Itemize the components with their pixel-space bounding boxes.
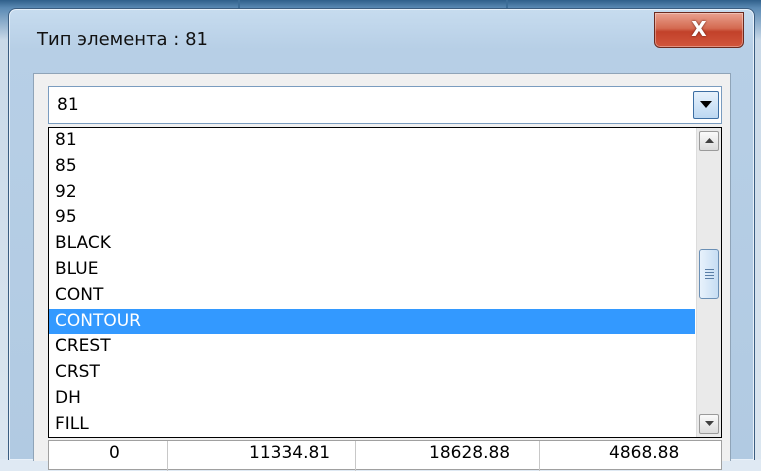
- list-item[interactable]: CREST: [49, 334, 695, 360]
- list-item[interactable]: BLACK: [49, 231, 695, 257]
- scroll-down-button[interactable]: [699, 414, 719, 434]
- cell-divider: [167, 441, 168, 471]
- arrow-down-icon: [705, 421, 714, 426]
- table-cell: 11334.81: [249, 443, 331, 463]
- vertical-scrollbar[interactable]: [696, 128, 721, 437]
- list-item[interactable]: 95: [49, 205, 695, 231]
- table-cell: 4868.88: [609, 443, 680, 463]
- dropdown-button[interactable]: [693, 91, 719, 119]
- table-row[interactable]: 0 11334.81 18628.88 4868.88: [48, 440, 722, 471]
- close-button[interactable]: X: [654, 12, 744, 48]
- element-type-dialog: Тип элемента : 81 X 81 81 85 92 95 BLACK BLUE…: [8, 8, 755, 471]
- combobox-value: 81: [57, 95, 79, 115]
- list-item[interactable]: DH: [49, 386, 695, 412]
- listbox-items: 81 85 92 95 BLACK BLUE CONT CONTOUR CREST CRST DH F…: [49, 128, 695, 437]
- list-item[interactable]: CRST: [49, 360, 695, 386]
- grip-line: [705, 269, 714, 270]
- table-cell: 18628.88: [429, 443, 511, 463]
- list-item[interactable]: BLUE: [49, 257, 695, 283]
- cell-divider: [355, 441, 356, 471]
- grip-line: [705, 272, 714, 273]
- list-item[interactable]: 81: [49, 128, 695, 154]
- list-item[interactable]: CONTOUR: [49, 308, 695, 335]
- title-bar[interactable]: Тип элемента : 81 X: [9, 9, 754, 73]
- element-type-listbox[interactable]: 81 85 92 95 BLACK BLUE CONT CONTOUR CREST CRST DH F…: [48, 127, 722, 438]
- grip-line: [705, 278, 714, 279]
- table-cell: 0: [109, 443, 120, 463]
- list-item[interactable]: CONT: [49, 283, 695, 309]
- list-item[interactable]: 92: [49, 180, 695, 206]
- cell-divider: [539, 441, 540, 471]
- close-icon: X: [691, 17, 707, 41]
- scroll-up-button[interactable]: [699, 131, 719, 151]
- list-item[interactable]: 85: [49, 154, 695, 180]
- dialog-client-area: 81 81 85 92 95 BLACK BLUE CONT CONTOUR CREST CRST…: [33, 73, 731, 471]
- element-type-combobox[interactable]: 81: [48, 86, 722, 124]
- chevron-down-icon: [700, 101, 712, 108]
- arrow-up-icon: [705, 138, 714, 143]
- grip-line: [705, 275, 714, 276]
- dialog-title: Тип элемента : 81: [37, 29, 208, 50]
- list-item[interactable]: FILL: [49, 412, 695, 437]
- scrollbar-thumb[interactable]: [699, 249, 719, 299]
